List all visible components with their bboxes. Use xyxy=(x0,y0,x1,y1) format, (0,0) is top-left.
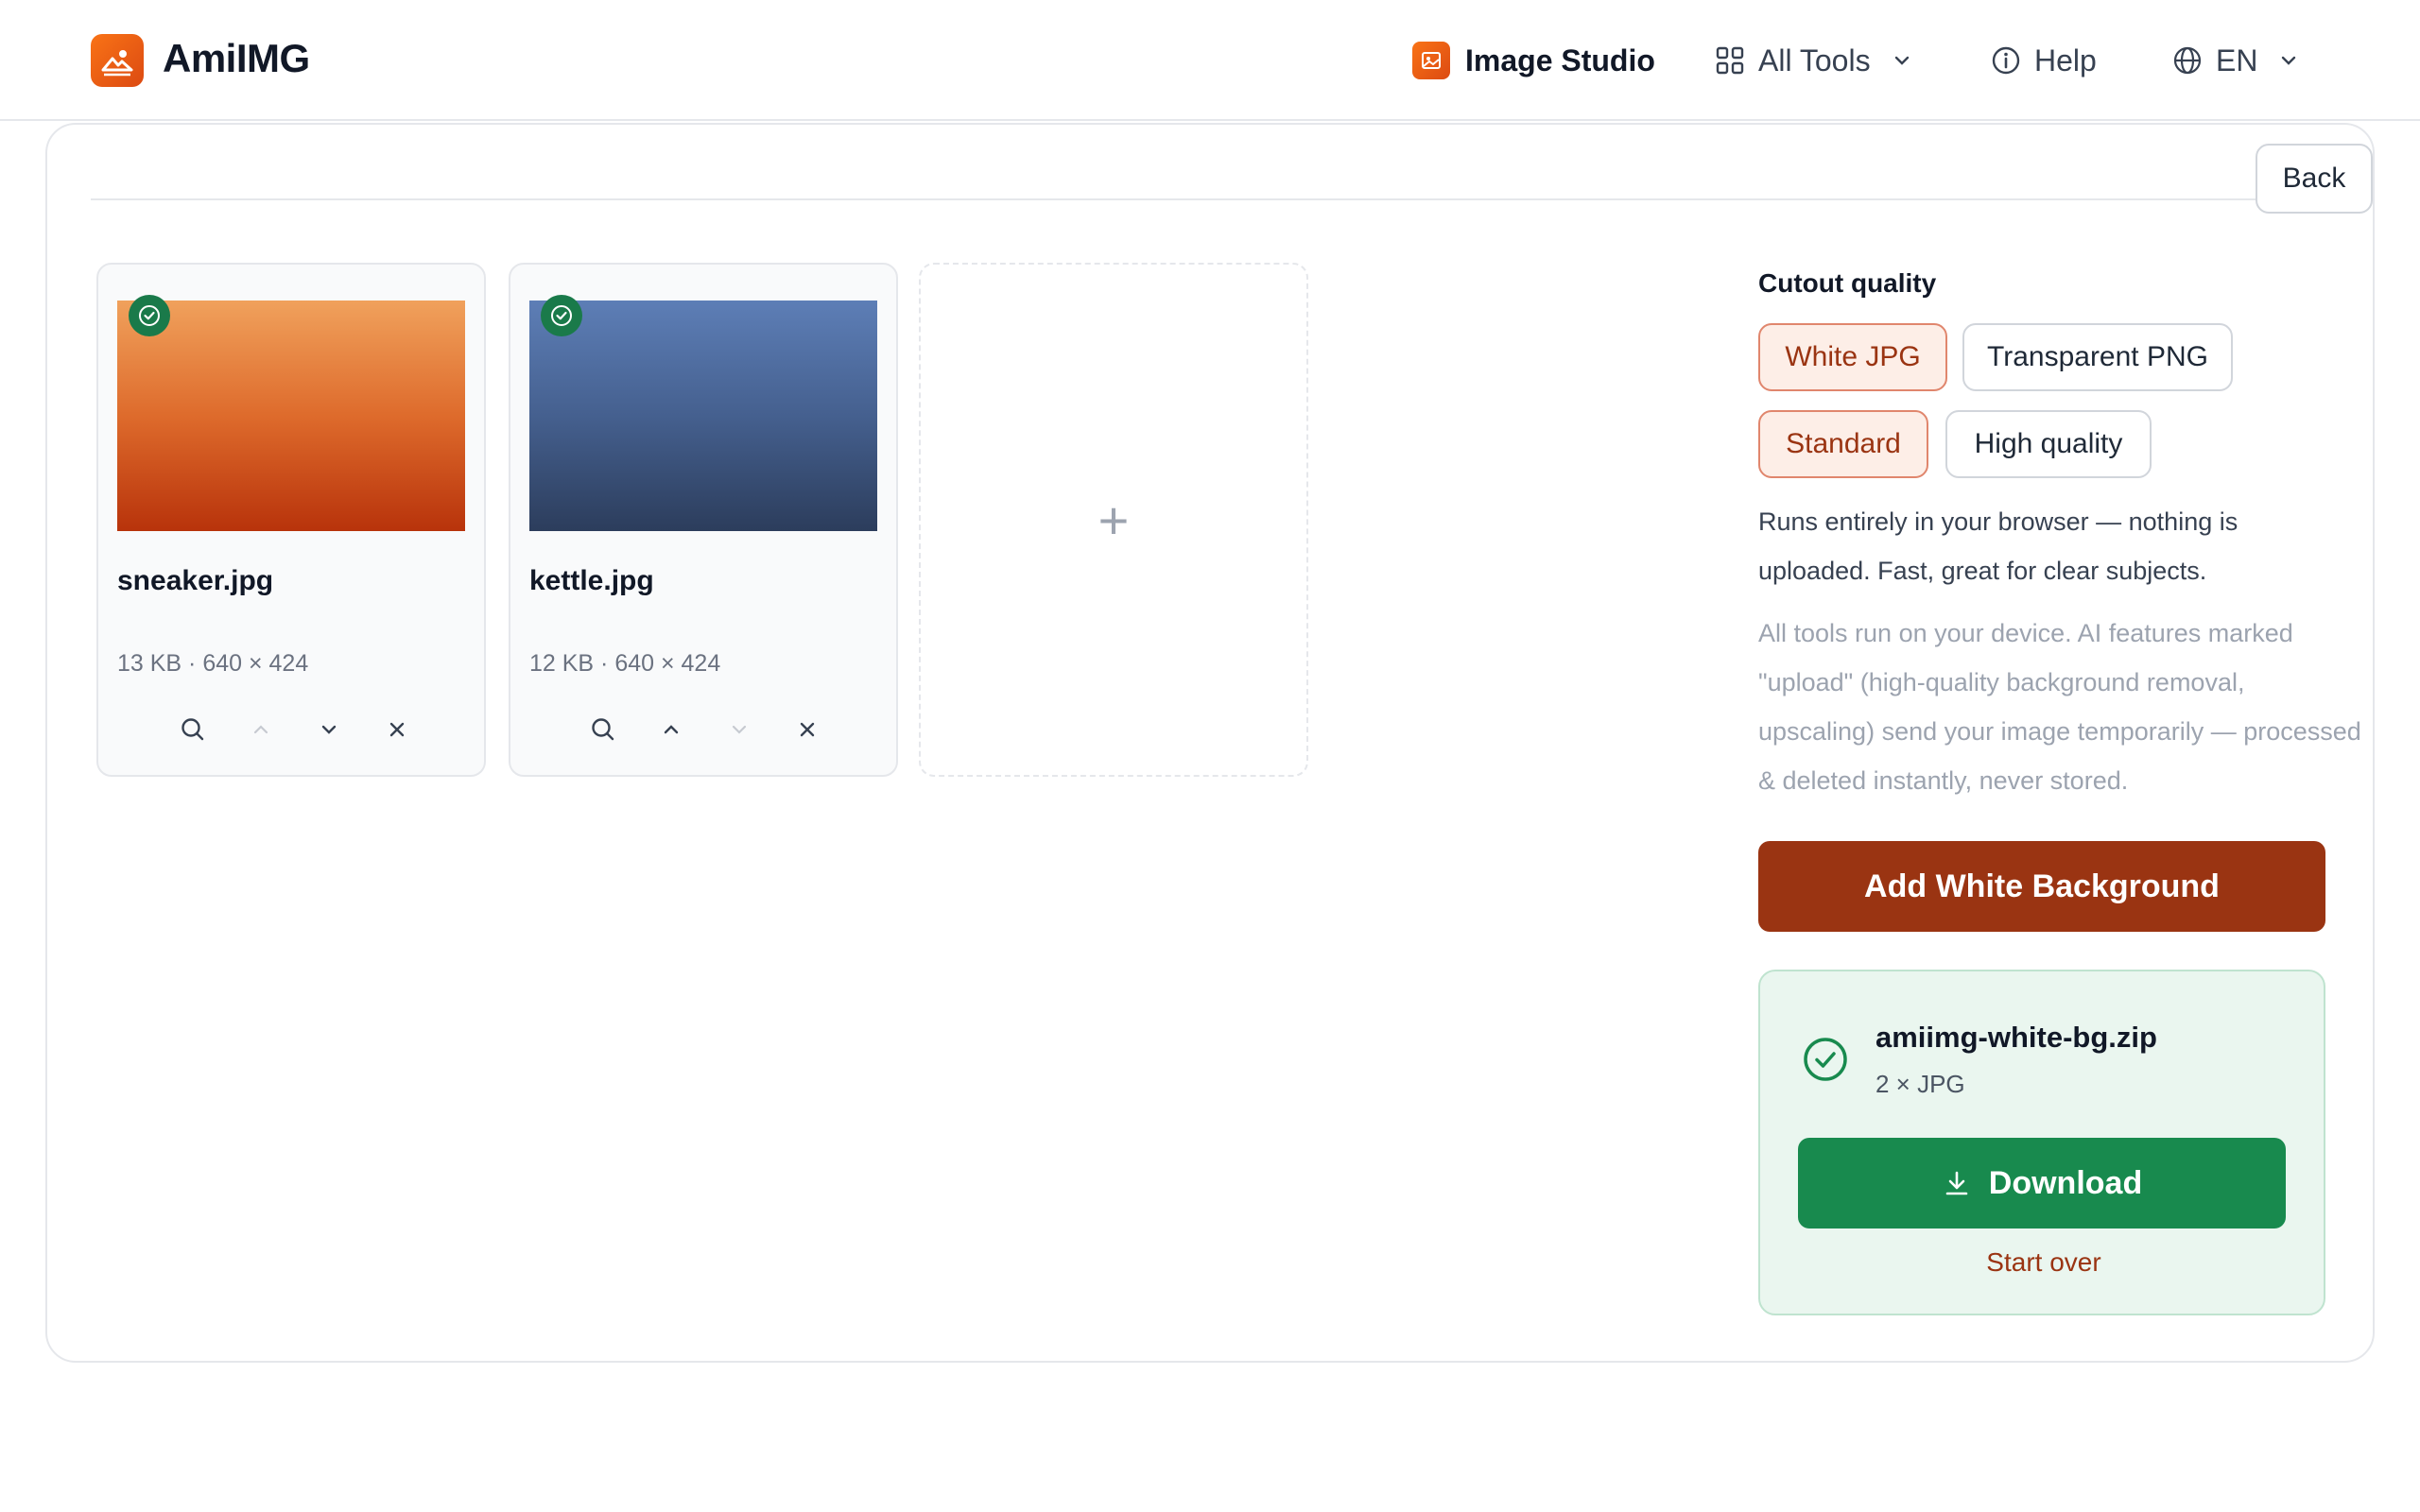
remove-button[interactable] xyxy=(786,709,828,750)
close-icon xyxy=(800,722,815,737)
nav-image-studio-label: Image Studio xyxy=(1465,43,1655,77)
add-white-background-button[interactable]: Add White Background xyxy=(1758,841,2325,932)
chevron-up-icon xyxy=(253,725,268,734)
check-circle-icon xyxy=(541,295,582,336)
start-over-link[interactable]: Start over xyxy=(1760,1247,2327,1278)
zoom-button[interactable] xyxy=(582,709,624,750)
globe-icon xyxy=(2172,45,2203,76)
language-label: EN xyxy=(2216,43,2258,77)
check-circle-icon xyxy=(129,295,170,336)
move-down-button[interactable] xyxy=(718,709,760,750)
format-option-white-jpg[interactable]: White JPG xyxy=(1758,323,1947,391)
chevron-down-icon xyxy=(732,725,747,734)
chevron-down-icon xyxy=(2278,50,2299,71)
move-down-button[interactable] xyxy=(308,709,350,750)
file-meta: 13 KB · 640 × 424 xyxy=(117,650,309,677)
search-icon xyxy=(592,718,614,741)
move-up-button[interactable] xyxy=(650,709,692,750)
chevron-up-icon xyxy=(664,725,679,734)
section-divider xyxy=(91,198,2369,200)
quality-option-standard[interactable]: Standard xyxy=(1758,410,1928,478)
download-button[interactable]: Download xyxy=(1798,1138,2286,1228)
logo-icon[interactable] xyxy=(91,34,144,87)
remove-button[interactable] xyxy=(376,709,418,750)
nav-all-tools-label: All Tools xyxy=(1758,43,1871,77)
back-button[interactable]: Back xyxy=(2256,144,2373,214)
download-icon xyxy=(1942,1168,1972,1198)
nav-help-label: Help xyxy=(2034,43,2097,77)
download-label: Download xyxy=(1988,1164,2143,1201)
file-card: sneaker.jpg 13 KB · 640 × 424 xyxy=(96,263,486,777)
nav-help[interactable]: Help xyxy=(1991,38,2097,83)
chevron-down-icon xyxy=(1892,50,1912,71)
result-card: amiimg-white-bg.zip 2 × JPG Download Sta… xyxy=(1758,970,2325,1315)
result-filename: amiimg-white-bg.zip xyxy=(1876,1021,2157,1054)
nav-all-tools[interactable]: All Tools xyxy=(1715,38,1912,83)
format-option-transparent-png[interactable]: Transparent PNG xyxy=(1962,323,2233,391)
file-preview-image[interactable] xyxy=(117,301,465,531)
move-up-button[interactable] xyxy=(240,709,282,750)
file-preview-image[interactable] xyxy=(529,301,877,531)
language-selector[interactable]: EN xyxy=(2172,38,2299,83)
quality-description: Runs entirely in your browser — nothing … xyxy=(1758,507,2238,585)
file-name: sneaker.jpg xyxy=(117,565,274,596)
info-icon xyxy=(1991,45,2021,76)
top-header: AmiIMG Image Studio All Tools Help EN xyxy=(0,0,2420,121)
close-icon xyxy=(389,722,405,737)
image-icon xyxy=(1412,42,1450,79)
brand-name[interactable]: AmiIMG xyxy=(163,36,310,81)
add-image-tile[interactable]: + xyxy=(919,263,1308,777)
file-name: kettle.jpg xyxy=(529,565,654,596)
chevron-down-icon xyxy=(321,725,337,734)
search-icon xyxy=(182,718,204,741)
privacy-note: All tools run on your device. AI feature… xyxy=(1758,619,2361,795)
file-card: kettle.jpg 12 KB · 640 × 424 xyxy=(509,263,898,777)
cutout-quality-heading: Cutout quality xyxy=(1758,268,1937,298)
plus-icon: + xyxy=(1098,490,1130,550)
zoom-button[interactable] xyxy=(172,709,214,750)
quality-option-high[interactable]: High quality xyxy=(1945,410,2152,478)
result-meta: 2 × JPG xyxy=(1876,1070,1965,1098)
check-circle-icon xyxy=(1802,1036,1849,1088)
file-meta: 12 KB · 640 × 424 xyxy=(529,650,721,677)
nav-image-studio[interactable]: Image Studio xyxy=(1412,38,1655,83)
grid-icon xyxy=(1715,45,1745,76)
